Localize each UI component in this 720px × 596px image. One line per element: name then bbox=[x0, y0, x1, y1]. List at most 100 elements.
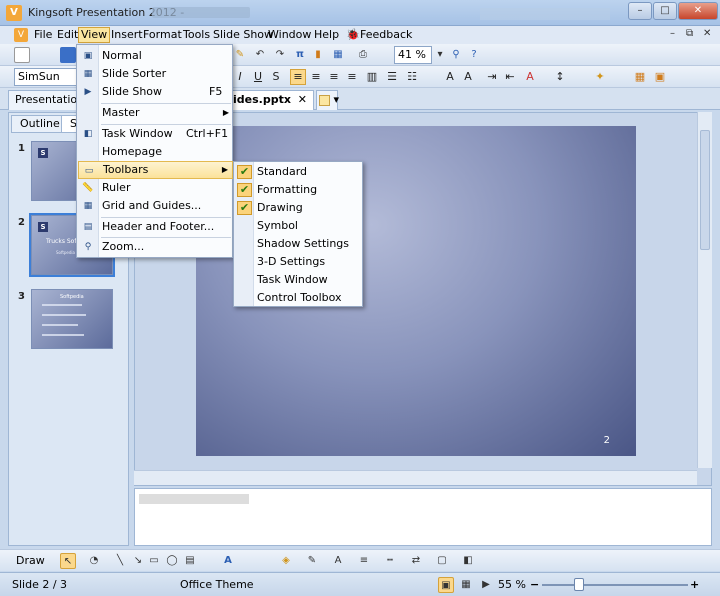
fill-color-icon[interactable]: ◈ bbox=[278, 553, 294, 569]
arrow-icon[interactable]: ↘ bbox=[130, 553, 146, 569]
underline-icon[interactable]: U bbox=[250, 69, 266, 85]
new-slide-icon[interactable]: ▣ bbox=[652, 69, 668, 85]
shadow-style-icon[interactable]: ▢ bbox=[434, 553, 450, 569]
toolbar-option-shadow-settings[interactable]: Shadow Settings bbox=[235, 235, 363, 253]
slide-sorter-button[interactable]: ▦ bbox=[458, 577, 474, 593]
vertical-scrollbar[interactable] bbox=[697, 112, 712, 468]
spacing-icon[interactable]: ↕ bbox=[552, 69, 568, 85]
zoom-out-button[interactable]: − bbox=[530, 578, 539, 591]
minimize-button[interactable]: – bbox=[628, 2, 652, 20]
view-menu-slide-sorter[interactable]: ▦ Slide Sorter bbox=[78, 65, 233, 83]
align-left-icon[interactable]: ≡ bbox=[290, 69, 306, 85]
italic-icon[interactable]: I bbox=[232, 69, 248, 85]
view-menu-normal[interactable]: ▣ Normal bbox=[78, 47, 233, 65]
zoom-dropdown-icon[interactable]: ▾ bbox=[432, 47, 448, 63]
line-style-icon[interactable]: ≡ bbox=[356, 553, 372, 569]
view-menu-toolbars[interactable]: ▭ Toolbars ▶ bbox=[78, 161, 233, 179]
print-icon[interactable]: ⎙ bbox=[355, 47, 371, 63]
format-painter-icon[interactable]: ✎ bbox=[232, 47, 248, 63]
draw-menu-button[interactable]: Draw bbox=[16, 554, 45, 567]
toolbar-option-standard[interactable]: ✔ Standard bbox=[235, 163, 363, 181]
app-menu-icon[interactable]: V bbox=[14, 28, 28, 42]
view-menu-slide-show[interactable]: ▶ Slide Show F5 bbox=[78, 83, 233, 101]
tab-presentation[interactable]: Presentation bbox=[8, 90, 84, 110]
columns-icon[interactable]: ▥ bbox=[364, 69, 380, 85]
view-menu-grid-guides[interactable]: ▦ Grid and Guides... bbox=[78, 197, 233, 215]
arrow-style-icon[interactable]: ⇄ bbox=[408, 553, 424, 569]
help-icon[interactable]: ? bbox=[466, 47, 482, 63]
toolbar-option-control-toolbox[interactable]: Control Toolbox bbox=[235, 289, 363, 307]
view-menu-zoom[interactable]: ⚲ Zoom... bbox=[78, 238, 233, 256]
vertical-scroll-thumb[interactable] bbox=[700, 130, 710, 250]
view-menu-header-footer[interactable]: ▤ Header and Footer... bbox=[78, 218, 233, 236]
slide-thumbnail-3[interactable]: Softpedia bbox=[31, 289, 113, 349]
toolbar-option-formatting[interactable]: ✔ Formatting bbox=[235, 181, 363, 199]
menu-insert[interactable]: Insert bbox=[109, 27, 145, 43]
notes-pane[interactable] bbox=[134, 488, 712, 546]
zoom-slider-handle[interactable] bbox=[574, 578, 584, 591]
undo-icon[interactable]: ↶ bbox=[252, 47, 268, 63]
zoom-combo[interactable]: 41 % bbox=[394, 46, 432, 64]
redo-icon[interactable]: ↷ bbox=[272, 47, 288, 63]
menu-format[interactable]: Format bbox=[141, 27, 184, 43]
wordart-icon[interactable]: A bbox=[220, 553, 236, 569]
justify-icon[interactable]: ≡ bbox=[344, 69, 360, 85]
menu-window[interactable]: Window bbox=[266, 27, 313, 43]
mdi-restore-icon[interactable]: ⧉ bbox=[686, 28, 693, 39]
menu-help[interactable]: Help bbox=[312, 27, 341, 43]
grow-font-icon[interactable]: A bbox=[442, 69, 458, 85]
design-icon[interactable]: ✦ bbox=[592, 69, 608, 85]
align-right-icon[interactable]: ≡ bbox=[326, 69, 342, 85]
menu-edit[interactable]: Edit bbox=[55, 27, 80, 43]
mdi-minimize-icon[interactable]: – bbox=[670, 28, 675, 39]
menu-feedback[interactable]: Feedback bbox=[358, 27, 414, 43]
mdi-close-icon[interactable]: ✕ bbox=[703, 28, 711, 39]
tab-close-icon[interactable]: ✕ bbox=[298, 91, 307, 109]
menu-view[interactable]: View bbox=[78, 27, 111, 43]
new-tab-button[interactable]: ▾ bbox=[316, 90, 339, 110]
toolbar-option-3d-settings[interactable]: 3-D Settings bbox=[235, 253, 363, 271]
menu-tools[interactable]: Tools bbox=[181, 27, 212, 43]
font-color-icon[interactable]: A bbox=[522, 69, 538, 85]
outdent-icon[interactable]: ⇤ bbox=[502, 69, 518, 85]
line-color-icon[interactable]: ✎ bbox=[304, 553, 320, 569]
indent-icon[interactable]: ⇥ bbox=[484, 69, 500, 85]
textbox-icon[interactable]: ▤ bbox=[182, 553, 198, 569]
toolbar-option-symbol[interactable]: Symbol bbox=[235, 217, 363, 235]
pi-icon[interactable]: π bbox=[292, 47, 308, 63]
zoom-slider[interactable] bbox=[542, 584, 688, 586]
maximize-button[interactable]: □ bbox=[653, 2, 677, 20]
table-icon[interactable]: ▦ bbox=[330, 47, 346, 63]
oval-icon[interactable]: ◯ bbox=[164, 553, 180, 569]
normal-view-button[interactable]: ▣ bbox=[438, 577, 454, 593]
zoom-in-button[interactable]: + bbox=[690, 578, 699, 591]
tab-file[interactable]: ides.pptx ✕ bbox=[226, 90, 314, 110]
toolbar-option-drawing[interactable]: ✔ Drawing bbox=[235, 199, 363, 217]
shrink-font-icon[interactable]: A bbox=[460, 69, 476, 85]
save-icon[interactable] bbox=[60, 47, 76, 63]
autoshapes-icon[interactable]: ◔ bbox=[86, 553, 102, 569]
chart-icon[interactable]: ▮ bbox=[310, 47, 326, 63]
align-center-icon[interactable]: ≡ bbox=[308, 69, 324, 85]
horizontal-scrollbar[interactable] bbox=[134, 470, 697, 485]
view-menu-homepage[interactable]: Homepage bbox=[78, 143, 233, 161]
toolbar-option-task-window[interactable]: Task Window bbox=[235, 271, 363, 289]
3d-style-icon[interactable]: ◧ bbox=[460, 553, 476, 569]
view-menu-ruler[interactable]: 📏 Ruler bbox=[78, 179, 233, 197]
font-name-combo[interactable]: SimSun bbox=[14, 68, 78, 86]
strike-icon[interactable]: S bbox=[268, 69, 284, 85]
new-icon[interactable] bbox=[14, 47, 30, 63]
slide-show-button[interactable]: ▶ bbox=[478, 577, 494, 593]
close-button[interactable]: ✕ bbox=[678, 2, 718, 20]
rectangle-icon[interactable]: ▭ bbox=[146, 553, 162, 569]
bullets-icon[interactable]: ☰ bbox=[384, 69, 400, 85]
draw-font-color-icon[interactable]: A bbox=[330, 553, 346, 569]
view-menu-master[interactable]: Master ▶ bbox=[78, 104, 233, 122]
view-menu-task-window[interactable]: ◧ Task Window Ctrl+F1 bbox=[78, 125, 233, 143]
find-icon[interactable]: ⚲ bbox=[448, 47, 464, 63]
line-icon[interactable]: ╲ bbox=[112, 553, 128, 569]
dash-style-icon[interactable]: ┅ bbox=[382, 553, 398, 569]
menu-file[interactable]: File bbox=[32, 27, 54, 43]
numbering-icon[interactable]: ☷ bbox=[404, 69, 420, 85]
select-pointer-icon[interactable]: ↖ bbox=[60, 553, 76, 569]
